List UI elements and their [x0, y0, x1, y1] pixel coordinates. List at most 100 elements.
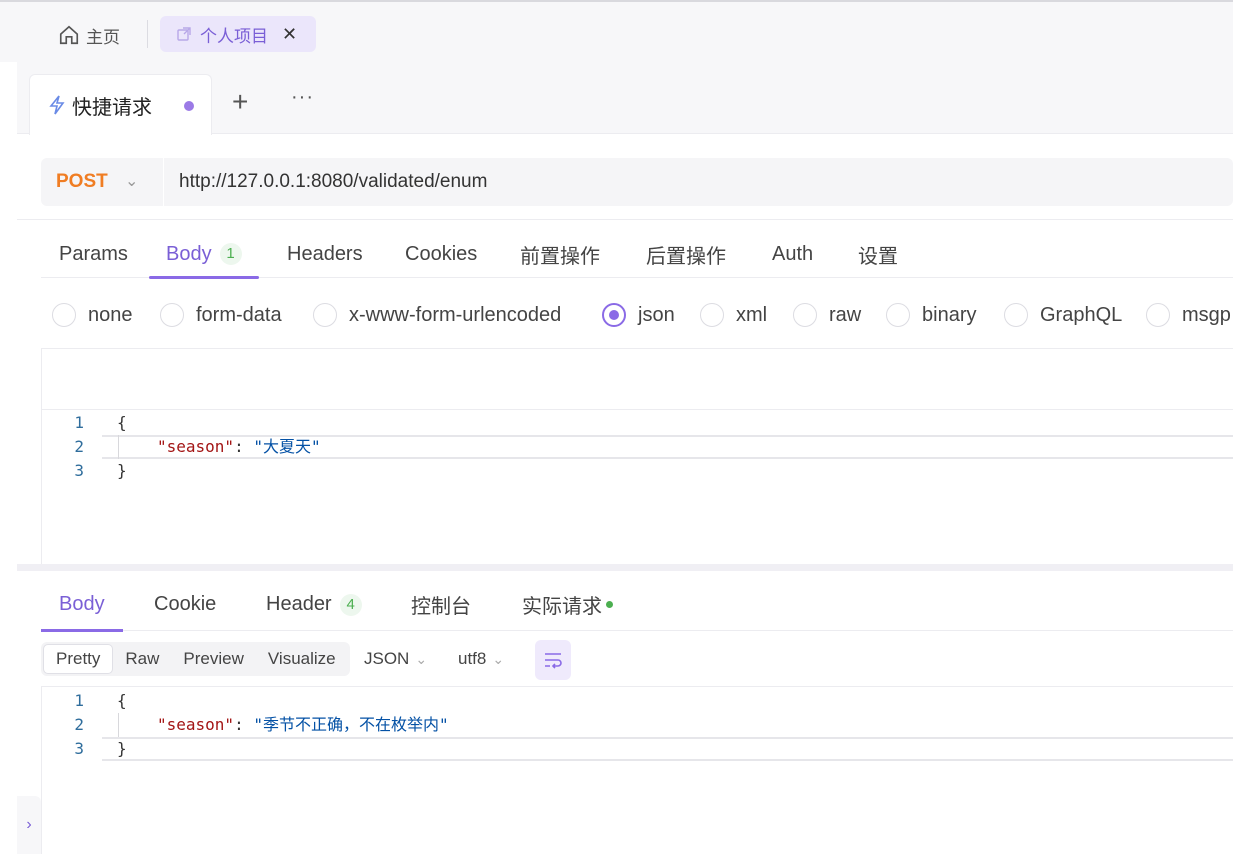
body-type-radios: none form-data x-www-form-urlencoded jso…	[52, 298, 1233, 332]
tab-console[interactable]: 控制台	[411, 578, 471, 631]
top-nav-bar: 主页 个人项目 ✕	[0, 0, 1233, 62]
tab-actual-request[interactable]: 实际请求	[522, 578, 613, 631]
word-wrap-button[interactable]	[535, 640, 571, 680]
radio-raw[interactable]: raw	[793, 298, 861, 332]
url-bar: POST ⌄	[41, 158, 1233, 206]
tab-params[interactable]: Params	[59, 230, 128, 278]
radio-circle[interactable]	[793, 303, 817, 327]
tab-response-body[interactable]: Body	[41, 578, 123, 632]
code-line: 3 }	[42, 459, 1233, 483]
tab-cookies[interactable]: Cookies	[405, 230, 477, 278]
tab-label: Headers	[287, 242, 363, 265]
radio-circle[interactable]	[313, 303, 337, 327]
lightning-icon	[49, 95, 65, 115]
code-line-current: 3 }	[42, 737, 1233, 761]
request-body-editor[interactable]: 1 { 2 "season": "大夏天" 3 }	[41, 348, 1233, 564]
nav-divider	[147, 20, 148, 48]
radio-circle[interactable]	[886, 303, 910, 327]
chevron-down-icon: ⌄	[415, 650, 428, 667]
tab-post-request[interactable]: 后置操作	[646, 230, 726, 278]
chevron-down-icon[interactable]: ⌄	[125, 171, 138, 191]
radio-binary[interactable]: binary	[886, 298, 976, 332]
radio-none[interactable]: none	[52, 298, 133, 332]
code-lines: 1 { 2 "season": "季节不正确，不在枚举内" 3 }	[42, 689, 1233, 761]
radio-x-www-form-urlencoded[interactable]: x-www-form-urlencoded	[313, 298, 561, 332]
format-dropdown[interactable]: JSON ⌄	[364, 642, 427, 676]
line-number: 3	[74, 739, 84, 758]
radio-label: x-www-form-urlencoded	[349, 303, 562, 326]
home-icon	[59, 25, 79, 45]
editor-divider	[42, 409, 1233, 410]
json-colon: :	[234, 437, 254, 456]
code-text: }	[117, 461, 127, 480]
code-text: {	[117, 691, 127, 710]
view-raw-button[interactable]: Raw	[113, 644, 171, 674]
view-mode-segmented: Pretty Raw Preview Visualize	[41, 642, 350, 676]
radio-circle[interactable]	[1146, 303, 1170, 327]
tab-pre-request[interactable]: 前置操作	[520, 230, 600, 278]
radio-label: raw	[829, 303, 862, 326]
view-preview-button[interactable]: Preview	[171, 644, 255, 674]
active-tab-underline	[41, 629, 123, 632]
tab-label: Params	[59, 242, 128, 265]
tab-label: 实际请求	[522, 596, 602, 618]
home-tab-label: 主页	[86, 27, 120, 47]
line-number: 1	[74, 691, 84, 710]
pane-resize-handle[interactable]	[17, 564, 1233, 571]
close-icon[interactable]: ✕	[282, 24, 297, 45]
tab-response-cookie[interactable]: Cookie	[154, 578, 216, 631]
request-tab-label: 快捷请求	[72, 96, 152, 119]
json-colon: :	[234, 715, 254, 734]
section-divider	[17, 219, 1233, 220]
code-line: 1 {	[42, 411, 1233, 435]
tab-label: Auth	[772, 242, 814, 265]
tab-label: Cookies	[405, 242, 478, 265]
response-body-viewer[interactable]: 1 { 2 "season": "季节不正确，不在枚举内" 3 }	[41, 686, 1233, 854]
radio-graphql[interactable]: GraphQL	[1004, 298, 1122, 332]
radio-json[interactable]: json	[602, 298, 675, 332]
tab-auth[interactable]: Auth	[772, 230, 813, 278]
method-select[interactable]: POST	[56, 158, 108, 206]
url-input[interactable]	[179, 170, 1219, 194]
project-tab[interactable]: 个人项目 ✕	[160, 16, 316, 52]
radio-msgpack[interactable]: msgp	[1146, 298, 1231, 332]
radio-circle[interactable]	[700, 303, 724, 327]
request-tab-quick[interactable]: 快捷请求	[29, 74, 212, 135]
radio-circle[interactable]	[52, 303, 76, 327]
radio-label: xml	[736, 303, 768, 326]
tab-settings[interactable]: 设置	[858, 230, 898, 278]
json-key: "season"	[157, 437, 235, 456]
home-tab[interactable]: 主页	[58, 20, 120, 50]
view-pretty-button[interactable]: Pretty	[43, 644, 114, 674]
external-link-icon	[177, 27, 191, 41]
radio-circle-selected[interactable]	[602, 303, 626, 327]
tab-body[interactable]: Body 1	[149, 230, 259, 279]
count-badge: 4	[339, 593, 362, 616]
active-tab-underline	[149, 276, 259, 279]
json-value: "大夏天"	[253, 437, 321, 456]
radio-label: form-data	[196, 303, 282, 326]
radio-form-data[interactable]: form-data	[160, 298, 282, 332]
encoding-dropdown[interactable]: utf8 ⌄	[458, 642, 504, 676]
radio-circle[interactable]	[160, 303, 184, 327]
chevron-down-icon: ⌄	[492, 650, 505, 667]
more-tabs-button[interactable]: ···	[291, 86, 314, 109]
indent-guide	[118, 713, 119, 737]
unsaved-dot	[184, 101, 194, 111]
line-number: 3	[74, 461, 84, 480]
project-tab-label: 个人项目	[200, 26, 268, 46]
tab-label: 设置	[858, 245, 898, 268]
view-visualize-button[interactable]: Visualize	[256, 644, 348, 674]
radio-circle[interactable]	[1004, 303, 1028, 327]
count-badge: 1	[219, 243, 242, 265]
indent-guide	[118, 435, 119, 459]
tab-headers[interactable]: Headers	[287, 230, 363, 278]
radio-label: GraphQL	[1040, 303, 1123, 326]
word-wrap-icon	[545, 653, 562, 669]
add-tab-button[interactable]: +	[232, 88, 248, 116]
radio-xml[interactable]: xml	[700, 298, 767, 332]
dropdown-value: utf8	[458, 649, 487, 668]
request-section-tabs: Params Body 1 Headers Cookies 前置操作 后置操作 …	[41, 230, 1233, 279]
tab-response-header[interactable]: Header 4	[266, 578, 362, 631]
sidebar-expand-chevron-icon[interactable]: ›	[17, 796, 41, 854]
